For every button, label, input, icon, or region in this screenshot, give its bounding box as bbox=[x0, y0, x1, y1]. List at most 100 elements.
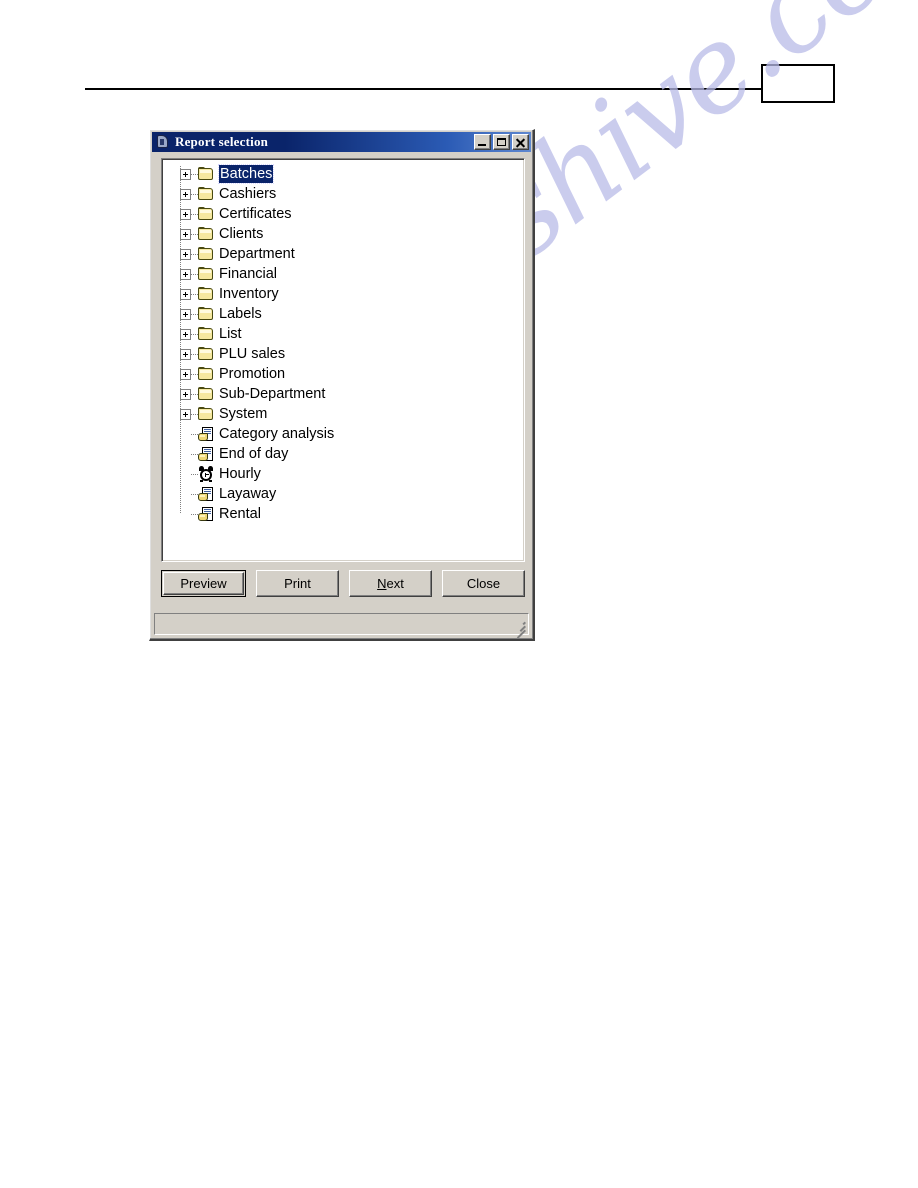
app-icon bbox=[155, 134, 171, 150]
maximize-button[interactable] bbox=[493, 134, 510, 150]
folder-icon bbox=[198, 307, 214, 321]
minimize-button[interactable] bbox=[474, 134, 491, 150]
expand-plus-icon[interactable] bbox=[180, 308, 191, 320]
folder-icon bbox=[198, 187, 214, 201]
folder-icon bbox=[198, 287, 214, 301]
expand-plus-icon[interactable] bbox=[180, 208, 191, 220]
tree-node-category-analysis[interactable]: Category analysis bbox=[174, 424, 524, 444]
tree-node-inventory[interactable]: Inventory bbox=[174, 284, 524, 304]
expand-plus-icon[interactable] bbox=[180, 288, 191, 300]
tree-node-certificates[interactable]: Certificates bbox=[174, 204, 524, 224]
tree-node-label: Category analysis bbox=[219, 426, 335, 442]
report-icon bbox=[198, 506, 214, 522]
print-button[interactable]: Print bbox=[256, 570, 339, 597]
tree-connector-line bbox=[191, 253, 198, 255]
tree-connector-line bbox=[191, 473, 198, 475]
tree-node-system[interactable]: System bbox=[174, 404, 524, 424]
tree-node-department[interactable]: Department bbox=[174, 244, 524, 264]
tree-node-label: Labels bbox=[219, 306, 262, 322]
tree-node-label: Financial bbox=[219, 266, 278, 282]
expand-plus-icon[interactable] bbox=[180, 348, 191, 360]
titlebar[interactable]: Report selection bbox=[152, 132, 531, 152]
tree-node-label: Rental bbox=[219, 506, 261, 522]
tree-node-plu-sales[interactable]: PLU sales bbox=[174, 344, 524, 364]
folder-icon bbox=[198, 387, 214, 401]
folder-icon bbox=[198, 407, 214, 421]
tree-node-label: Inventory bbox=[219, 286, 279, 302]
expand-plus-icon[interactable] bbox=[180, 168, 191, 180]
report-icon bbox=[198, 426, 214, 442]
tree-node-cashiers[interactable]: Cashiers bbox=[174, 184, 524, 204]
folder-icon bbox=[198, 267, 214, 281]
preview-button[interactable]: Preview bbox=[161, 570, 246, 597]
next-button[interactable]: Next bbox=[349, 570, 432, 597]
tree-node-end-of-day[interactable]: End of day bbox=[174, 444, 524, 464]
close-button[interactable] bbox=[512, 134, 529, 150]
expand-plus-icon[interactable] bbox=[180, 248, 191, 260]
close-button[interactable]: Close bbox=[442, 570, 525, 597]
expand-plus-icon[interactable] bbox=[180, 368, 191, 380]
tree-connector-line bbox=[191, 213, 198, 215]
tree-node-financial[interactable]: Financial bbox=[174, 264, 524, 284]
tree-node-label: Promotion bbox=[219, 366, 286, 382]
tree-connector-line bbox=[191, 313, 198, 315]
button-label: Print bbox=[284, 576, 311, 591]
tree-node-label: Sub-Department bbox=[219, 386, 326, 402]
folder-icon bbox=[198, 207, 214, 221]
tree-node-batches[interactable]: Batches bbox=[174, 164, 524, 184]
tree-node-label: System bbox=[219, 406, 268, 422]
dialog-button-row: Preview Print Next Close bbox=[161, 570, 525, 600]
expand-plus-icon[interactable] bbox=[180, 228, 191, 240]
folder-icon bbox=[198, 367, 214, 381]
folder-icon bbox=[198, 327, 214, 341]
tree-node-promotion[interactable]: Promotion bbox=[174, 364, 524, 384]
tree-connector-line bbox=[191, 393, 198, 395]
tree-node-label: Layaway bbox=[219, 486, 277, 502]
expand-plus-icon[interactable] bbox=[180, 268, 191, 280]
expand-plus-icon[interactable] bbox=[180, 408, 191, 420]
tree-node-hourly[interactable]: Hourly bbox=[174, 464, 524, 484]
folder-icon bbox=[198, 347, 214, 361]
report-icon bbox=[198, 446, 214, 462]
tree-connector-line bbox=[191, 453, 198, 455]
button-label: Close bbox=[466, 576, 501, 591]
tree-node-clients[interactable]: Clients bbox=[174, 224, 524, 244]
alarm-clock-icon bbox=[198, 466, 214, 482]
page-number-box bbox=[761, 64, 835, 103]
report-tree-panel[interactable]: Batches Cashiers Certificates Clients Depart… bbox=[161, 158, 525, 562]
report-tree: Batches Cashiers Certificates Clients Depart… bbox=[162, 164, 524, 524]
tree-node-label: Clients bbox=[219, 226, 264, 242]
header-rule bbox=[85, 88, 833, 90]
tree-connector-line bbox=[191, 233, 198, 235]
expand-plus-icon[interactable] bbox=[180, 328, 191, 340]
button-label: Next bbox=[377, 576, 404, 591]
window-title: Report selection bbox=[175, 134, 269, 149]
tree-connector-line bbox=[191, 193, 198, 195]
folder-icon bbox=[198, 227, 214, 241]
tree-node-list[interactable]: List bbox=[174, 324, 524, 344]
tree-node-sub-department[interactable]: Sub-Department bbox=[174, 384, 524, 404]
button-label: Preview bbox=[180, 576, 227, 591]
tree-node-label: Hourly bbox=[219, 466, 261, 482]
tree-connector-line bbox=[191, 373, 198, 375]
expand-plus-icon[interactable] bbox=[180, 388, 191, 400]
tree-connector-line bbox=[191, 433, 198, 435]
tree-connector-line bbox=[191, 293, 198, 295]
tree-node-rental[interactable]: Rental bbox=[174, 504, 524, 524]
tree-node-label: List bbox=[219, 326, 242, 342]
tree-node-layaway[interactable]: Layaway bbox=[174, 484, 524, 504]
default-button-inner: Preview bbox=[163, 572, 244, 595]
tree-node-label: Certificates bbox=[219, 206, 292, 222]
tree-node-labels[interactable]: Labels bbox=[174, 304, 524, 324]
report-icon bbox=[198, 486, 214, 502]
expand-plus-icon[interactable] bbox=[180, 188, 191, 200]
tree-node-label: Batches bbox=[217, 164, 275, 184]
resize-grip-icon[interactable] bbox=[513, 619, 526, 639]
tree-connector-line bbox=[191, 273, 198, 275]
tree-connector-line bbox=[191, 333, 198, 335]
